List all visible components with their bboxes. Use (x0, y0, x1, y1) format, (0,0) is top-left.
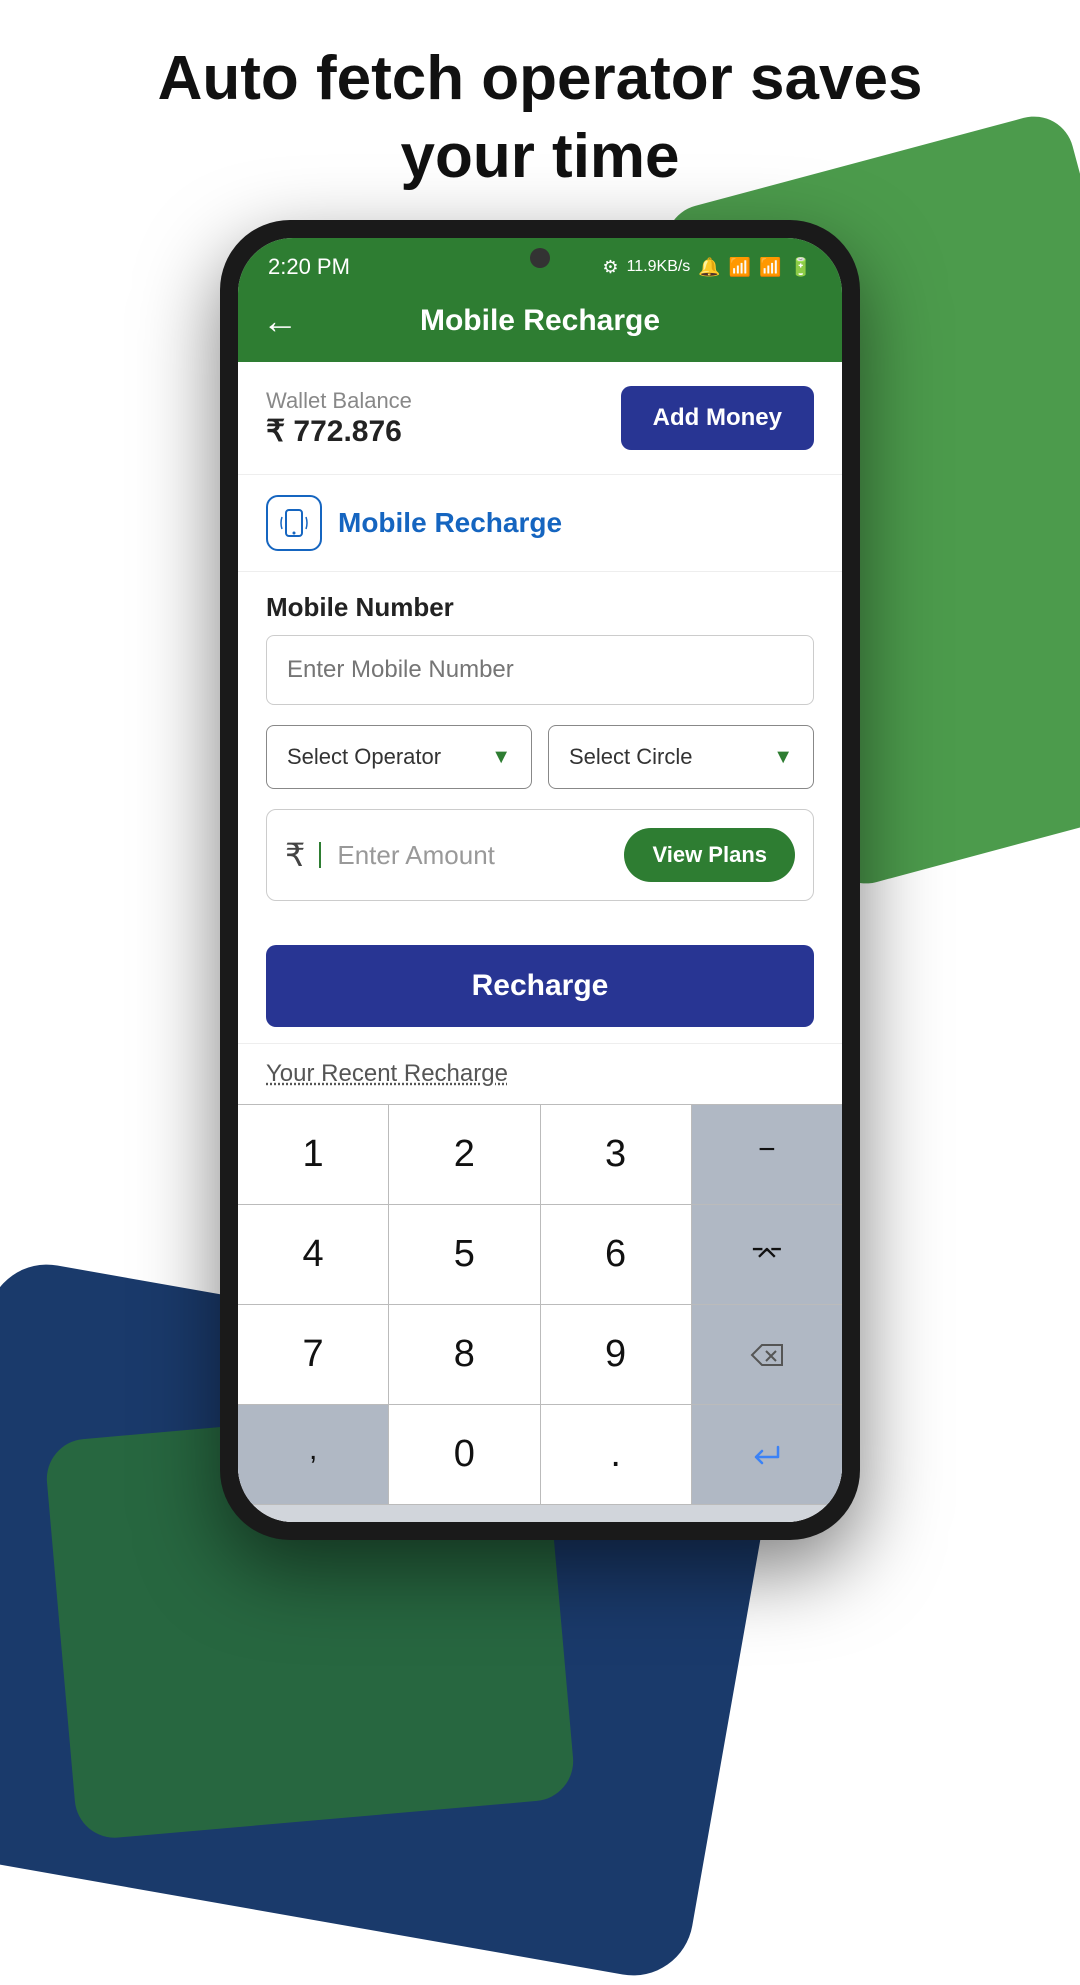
nav-recents-button[interactable] (520, 1521, 560, 1522)
service-section: Mobile Recharge (238, 475, 842, 572)
app-header: ← Mobile Recharge (238, 288, 842, 362)
rupee-icon: ₹ (285, 836, 305, 874)
mobile-number-label: Mobile Number (266, 592, 814, 623)
key-5[interactable]: 5 (389, 1205, 540, 1304)
recent-title: Your Recent Recharge (266, 1060, 508, 1087)
amount-field-wrapper: ₹ Enter Amount View Plans (266, 809, 814, 901)
nav-home-button[interactable] (319, 1521, 359, 1522)
key-comma[interactable]: , (238, 1405, 389, 1504)
status-icons: ⚙ 11.9KB/s 🔔 📶 📶 🔋 (602, 257, 812, 278)
operator-chevron-icon: ▼ (491, 746, 511, 769)
headline-line1: Auto fetch operator saves (158, 44, 923, 113)
network-speed: 11.9KB/s (627, 258, 691, 276)
mobile-number-input[interactable] (266, 635, 814, 705)
select-circle-label: Select Circle (569, 744, 692, 770)
key-2[interactable]: 2 (389, 1105, 540, 1204)
select-circle-dropdown[interactable]: Select Circle ▼ (548, 725, 814, 789)
keyboard-row-3: 7 8 9 (238, 1304, 842, 1404)
circle-chevron-icon: ▼ (773, 746, 793, 769)
key-9[interactable]: 9 (541, 1305, 692, 1404)
key-7[interactable]: 7 (238, 1305, 389, 1404)
key-4[interactable]: 4 (238, 1205, 389, 1304)
key-0[interactable]: 0 (389, 1405, 540, 1504)
wifi-icon: 📶 (759, 257, 781, 278)
keyboard: 1 2 3 − 4 5 6 ⌤ 7 8 9 (238, 1104, 842, 1504)
select-operator-label: Select Operator (287, 744, 441, 770)
phone-screen: 2:20 PM ⚙ 11.9KB/s 🔔 📶 📶 🔋 ← Mobile Rech… (238, 238, 842, 1522)
wallet-info: Wallet Balance ₹ 772.876 (266, 388, 412, 449)
wallet-section: Wallet Balance ₹ 772.876 Add Money (238, 362, 842, 475)
keyboard-row-1: 1 2 3 − (238, 1104, 842, 1204)
headline-line2: your time (400, 122, 679, 191)
service-icon (266, 495, 322, 551)
wallet-label: Wallet Balance (266, 388, 412, 414)
recent-section: Your Recent Recharge (238, 1043, 842, 1104)
key-period[interactable]: . (541, 1405, 692, 1504)
phone-frame: 2:20 PM ⚙ 11.9KB/s 🔔 📶 📶 🔋 ← Mobile Rech… (220, 220, 860, 1540)
form-section: Mobile Number Select Operator ▼ Select C… (238, 572, 842, 941)
add-money-button[interactable]: Add Money (621, 386, 814, 450)
camera-notch (530, 248, 550, 268)
nav-back-button[interactable] (721, 1521, 761, 1522)
key-enter[interactable] (692, 1405, 842, 1504)
keyboard-row-2: 4 5 6 ⌤ (238, 1204, 842, 1304)
keyboard-row-4: , 0 . (238, 1404, 842, 1504)
backspace-key[interactable] (692, 1305, 842, 1404)
recharge-button[interactable]: Recharge (266, 945, 814, 1027)
battery-icon: 🔋 (790, 257, 812, 278)
key-6[interactable]: 6 (541, 1205, 692, 1304)
back-button[interactable]: ← (262, 300, 298, 342)
key-minus[interactable]: − (692, 1105, 842, 1204)
nav-bar (238, 1504, 842, 1522)
key-tab[interactable]: ⌤ (692, 1205, 842, 1304)
key-1[interactable]: 1 (238, 1105, 389, 1204)
alarm-icon: 🔔 (698, 257, 720, 278)
service-name: Mobile Recharge (338, 507, 562, 539)
gear-icon: ⚙ (602, 257, 618, 278)
status-time: 2:20 PM (268, 254, 350, 280)
select-operator-dropdown[interactable]: Select Operator ▼ (266, 725, 532, 789)
view-plans-button[interactable]: View Plans (624, 828, 795, 882)
key-3[interactable]: 3 (541, 1105, 692, 1204)
content-area: Wallet Balance ₹ 772.876 Add Money (238, 362, 842, 1522)
page-title: Mobile Recharge (420, 304, 660, 338)
cursor-blink (319, 842, 321, 868)
service-title-row: Mobile Recharge (266, 495, 814, 551)
headline: Auto fetch operator saves your time (0, 40, 1080, 195)
key-8[interactable]: 8 (389, 1305, 540, 1404)
signal-icon: 📶 (729, 257, 751, 278)
dropdowns-row: Select Operator ▼ Select Circle ▼ (266, 725, 814, 789)
amount-input[interactable]: Enter Amount (337, 840, 610, 871)
wallet-amount: ₹ 772.876 (266, 414, 412, 449)
